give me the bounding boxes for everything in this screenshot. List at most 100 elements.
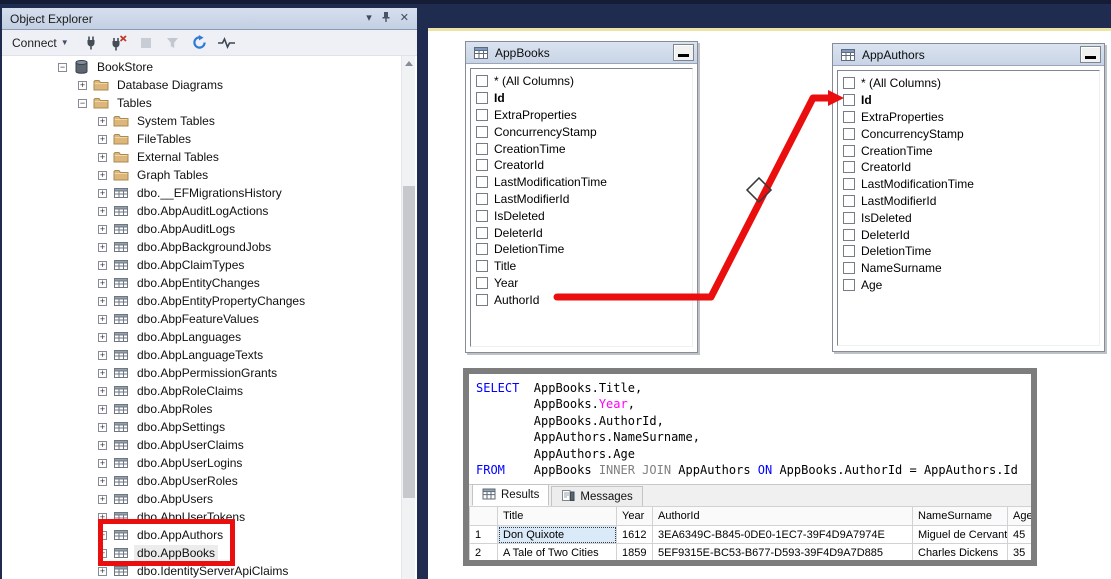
- column-item[interactable]: ExtraProperties: [843, 109, 1099, 126]
- column-checkbox[interactable]: [476, 176, 488, 189]
- connect-icon[interactable]: [83, 34, 101, 52]
- column-item[interactable]: DeleterId: [843, 226, 1099, 243]
- column-checkbox[interactable]: [476, 276, 488, 289]
- expand-icon[interactable]: +: [98, 440, 107, 450]
- column-item[interactable]: DeletionTime: [843, 243, 1099, 260]
- tree-item[interactable]: + dbo.AbpEntityChanges: [2, 274, 401, 292]
- column-checkbox[interactable]: [843, 211, 855, 224]
- stop-icon[interactable]: [137, 34, 155, 52]
- grid-header-Year[interactable]: Year: [616, 506, 653, 526]
- collapse-icon[interactable]: −: [58, 62, 67, 72]
- expand-icon[interactable]: +: [98, 386, 107, 396]
- column-checkbox[interactable]: [843, 228, 855, 241]
- column-checkbox[interactable]: [843, 245, 855, 258]
- column-item[interactable]: IsDeleted: [476, 207, 692, 224]
- column-item[interactable]: Year: [476, 275, 692, 292]
- column-item[interactable]: ExtraProperties: [476, 107, 692, 124]
- grid-cell[interactable]: Don Quixote: [497, 525, 617, 544]
- column-item[interactable]: Id: [476, 90, 692, 107]
- column-item[interactable]: DeletionTime: [476, 241, 692, 258]
- column-item[interactable]: LastModificationTime: [476, 174, 692, 191]
- column-checkbox[interactable]: [476, 159, 488, 172]
- tree-item[interactable]: + dbo.__EFMigrationsHistory: [2, 184, 401, 202]
- tree-item[interactable]: + dbo.AppAuthors: [2, 526, 401, 544]
- tree-item[interactable]: + dbo.AbpUserClaims: [2, 436, 401, 454]
- column-item[interactable]: LastModifierId: [843, 193, 1099, 210]
- grid-header-NameSurname[interactable]: NameSurname: [912, 506, 1008, 526]
- column-checkbox[interactable]: [843, 278, 855, 291]
- column-item[interactable]: DeleterId: [476, 224, 692, 241]
- scrollbar-thumb[interactable]: [403, 186, 415, 498]
- column-item[interactable]: Id: [843, 92, 1099, 109]
- expand-icon[interactable]: +: [98, 206, 107, 216]
- expand-icon[interactable]: +: [98, 476, 107, 486]
- grid-cell[interactable]: 35: [1007, 543, 1031, 560]
- expand-icon[interactable]: +: [98, 224, 107, 234]
- column-item[interactable]: * (All Columns): [843, 75, 1099, 92]
- expand-icon[interactable]: +: [98, 260, 107, 270]
- grid-header-rownum[interactable]: [469, 506, 498, 526]
- tree-item[interactable]: + dbo.AbpSettings: [2, 418, 401, 436]
- refresh-icon[interactable]: [191, 34, 209, 52]
- column-checkbox[interactable]: [476, 243, 488, 256]
- column-checkbox[interactable]: [843, 144, 855, 157]
- close-icon[interactable]: ✕: [400, 13, 409, 24]
- sql-text-pane[interactable]: SELECT AppBooks.Title, AppBooks.Year, Ap…: [469, 374, 1031, 484]
- tree-item[interactable]: + dbo.IdentityServerApiClaims: [2, 562, 401, 579]
- filter-icon[interactable]: [164, 34, 182, 52]
- column-checkbox[interactable]: [843, 110, 855, 123]
- expand-icon[interactable]: +: [98, 494, 107, 504]
- grid-header-Age[interactable]: Age: [1007, 506, 1031, 526]
- tree-item[interactable]: + External Tables: [2, 148, 401, 166]
- column-checkbox[interactable]: [476, 108, 488, 121]
- object-explorer-titlebar[interactable]: Object Explorer ▾ ✕: [2, 8, 417, 30]
- tree-item[interactable]: + Database Diagrams: [2, 76, 401, 94]
- column-item[interactable]: Age: [843, 277, 1099, 294]
- column-item[interactable]: NameSurname: [843, 260, 1099, 277]
- column-checkbox[interactable]: [843, 194, 855, 207]
- column-checkbox[interactable]: [843, 161, 855, 174]
- grid-cell[interactable]: Miguel de Cervantes: [912, 525, 1008, 544]
- column-item[interactable]: * (All Columns): [476, 73, 692, 90]
- expand-icon[interactable]: +: [98, 350, 107, 360]
- tree-item[interactable]: + dbo.AbpBackgroundJobs: [2, 238, 401, 256]
- tree-item[interactable]: + dbo.AbpFeatureValues: [2, 310, 401, 328]
- grid-header-AuthorId[interactable]: AuthorId: [652, 506, 913, 526]
- column-checkbox[interactable]: [843, 262, 855, 275]
- column-checkbox[interactable]: [843, 127, 855, 140]
- expand-icon[interactable]: +: [98, 332, 107, 342]
- tree-item[interactable]: + dbo.AbpLanguageTexts: [2, 346, 401, 364]
- expand-icon[interactable]: +: [98, 116, 107, 126]
- tree-item[interactable]: + dbo.AbpPermissionGrants: [2, 364, 401, 382]
- column-item[interactable]: CreatorId: [476, 157, 692, 174]
- minimize-button[interactable]: [673, 44, 694, 61]
- tree-item[interactable]: + dbo.AbpAuditLogActions: [2, 202, 401, 220]
- activity-monitor-icon[interactable]: [218, 34, 236, 52]
- tree-item[interactable]: + dbo.AbpClaimTypes: [2, 256, 401, 274]
- expand-icon[interactable]: +: [98, 170, 107, 180]
- tree-item[interactable]: − BookStore: [2, 58, 401, 76]
- expand-icon[interactable]: +: [98, 314, 107, 324]
- column-item[interactable]: CreationTime: [843, 142, 1099, 159]
- tab-messages[interactable]: Messages: [551, 486, 643, 506]
- tree-item[interactable]: + Graph Tables: [2, 166, 401, 184]
- tree-item[interactable]: + dbo.AbpUsers: [2, 490, 401, 508]
- column-item[interactable]: CreationTime: [476, 140, 692, 157]
- expand-icon[interactable]: +: [98, 404, 107, 414]
- column-item[interactable]: ConcurrencyStamp: [843, 125, 1099, 142]
- row-number-cell[interactable]: 1: [469, 525, 498, 544]
- tab-results[interactable]: Results: [472, 484, 550, 506]
- column-checkbox[interactable]: [843, 94, 855, 107]
- column-item[interactable]: CreatorId: [843, 159, 1099, 176]
- expand-icon[interactable]: +: [78, 80, 87, 90]
- column-item[interactable]: LastModifierId: [476, 191, 692, 208]
- column-checkbox[interactable]: [476, 192, 488, 205]
- column-item[interactable]: LastModificationTime: [843, 176, 1099, 193]
- expand-icon[interactable]: +: [98, 566, 107, 576]
- scrollbar-up-icon[interactable]: [405, 61, 413, 66]
- column-checkbox[interactable]: [476, 260, 488, 273]
- column-checkbox[interactable]: [476, 293, 488, 306]
- column-checkbox[interactable]: [476, 142, 488, 155]
- column-checkbox[interactable]: [476, 125, 488, 138]
- tree-item[interactable]: + dbo.AbpUserLogins: [2, 454, 401, 472]
